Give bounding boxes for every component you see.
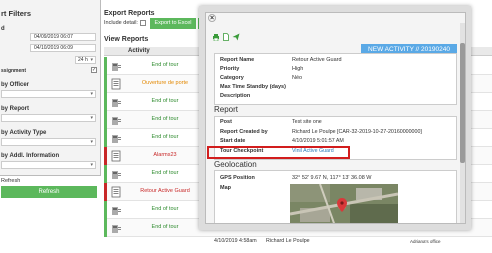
detail-label: Category: [220, 75, 244, 81]
report-icon: [110, 150, 122, 162]
row-status-bar: [104, 183, 107, 201]
date-from-input[interactable]: 04/09/2019 06:07: [30, 33, 96, 41]
by-officer-label: by Officer: [1, 82, 30, 88]
row-activity[interactable]: End of tour: [124, 134, 206, 140]
hours-select[interactable]: 24 h: [75, 56, 96, 64]
print-icon[interactable]: [212, 33, 220, 42]
refresh-button[interactable]: Refresh: [1, 186, 97, 198]
last-row-site: Adriana's office: [410, 239, 441, 244]
row-status-bar: [104, 147, 107, 165]
row-status-bar: [104, 111, 107, 129]
row-status-bar: [104, 129, 107, 147]
row-activity[interactable]: End of tour: [124, 98, 206, 104]
report-section-title: Report: [214, 105, 239, 114]
detail-label: Max Time Standby (days): [220, 84, 286, 90]
report-field-label: Report Created by: [220, 128, 268, 135]
gps-label: GPS Position: [220, 175, 255, 181]
row-status-bar: [104, 201, 107, 219]
geo-section-title: Geolocation: [214, 160, 257, 169]
detail-value: Retour Active Guard: [292, 57, 342, 63]
report-field-value: Richard Le Poulpe [CAR-32-2019-10-27-201…: [292, 128, 422, 135]
row-activity[interactable]: Ouverture de porte: [124, 80, 206, 86]
report-field-label: Start date: [220, 138, 246, 144]
filters-title: rt Filters: [1, 9, 32, 18]
filters-panel: [0, 0, 101, 176]
row-activity[interactable]: End of tour: [124, 62, 206, 68]
send-icon[interactable]: [232, 33, 240, 41]
detail-value: Néo: [292, 75, 303, 81]
by-activity-type-label: by Activity Type: [1, 130, 47, 136]
row-activity[interactable]: End of tour: [124, 224, 206, 230]
officer-select[interactable]: [1, 90, 96, 98]
close-button[interactable]: ×: [208, 14, 216, 22]
detail-label: Report Name: [220, 57, 255, 63]
map-label: Map: [220, 185, 231, 191]
detail-label: Description: [220, 93, 251, 99]
row-activity[interactable]: Alarms23: [124, 152, 206, 158]
row-status-bar: [104, 219, 107, 237]
report-field-label: Post: [220, 119, 232, 125]
addl-info-select[interactable]: [1, 161, 96, 169]
col-activity-header[interactable]: Activity: [128, 48, 150, 54]
last-row-officer: Richard Le Poulpe: [266, 238, 310, 244]
checkpoint-icon: [110, 168, 122, 180]
checkpoint-icon: [110, 114, 122, 126]
last-row-datetime: 4/10/2019 4:58am: [214, 238, 257, 244]
report-field-value: 4/10/2019 5:01:57 AM: [292, 138, 344, 144]
satellite-map[interactable]: [290, 184, 398, 223]
checkpoint-highlight: [207, 146, 350, 159]
detail-label: Priority: [220, 66, 240, 72]
date-label: d: [1, 26, 5, 32]
row-status-bar: [104, 75, 107, 93]
assignment-checkbox[interactable]: ✓: [91, 67, 97, 73]
row-status-bar: [104, 93, 107, 111]
modal-scrollbar-thumb[interactable]: [460, 43, 465, 163]
by-report-label: by Report: [1, 106, 30, 112]
export-title: Export Reports: [104, 10, 155, 17]
report-select[interactable]: [1, 114, 96, 122]
report-icon: [110, 78, 122, 90]
checkpoint-icon: [110, 204, 122, 216]
checkpoint-icon: [110, 222, 122, 234]
date-to-input[interactable]: 04/10/2019 06:09: [30, 44, 96, 52]
pdf-icon[interactable]: [222, 33, 230, 41]
checkpoint-icon: [110, 60, 122, 72]
export-excel-button[interactable]: Export to Excel: [150, 18, 196, 29]
report-field-value: Test site one: [292, 119, 322, 125]
checkpoint-icon: [110, 132, 122, 144]
gps-value: 32° 52' 9.67 N, 117° 13' 36.08 W: [292, 175, 372, 181]
include-detail-label: Include detail:: [104, 20, 138, 26]
by-addl-info-label: by Addl. Information: [1, 153, 60, 159]
assignment-label: ssignment: [1, 68, 27, 74]
checkpoint-icon: [110, 96, 122, 108]
row-status-bar: [104, 57, 107, 75]
row-activity[interactable]: End of tour: [124, 206, 206, 212]
row-activity[interactable]: End of tour: [124, 170, 206, 176]
activity-modal: × NEW ACTIVITY // 20190240 Report Name Re…: [205, 12, 466, 224]
row-activity[interactable]: End of tour: [124, 116, 206, 122]
hours-value: 24 h: [78, 57, 88, 63]
include-detail-checkbox[interactable]: [140, 20, 146, 26]
activity-type-select[interactable]: [1, 138, 96, 146]
refresh-link[interactable]: Refresh: [1, 178, 20, 184]
view-reports-title: View Reports: [104, 36, 149, 43]
report-icon: [110, 186, 122, 198]
row-status-bar: [104, 165, 107, 183]
detail-value: High: [292, 66, 304, 72]
row-activity[interactable]: Retour Active Guard: [124, 188, 206, 194]
